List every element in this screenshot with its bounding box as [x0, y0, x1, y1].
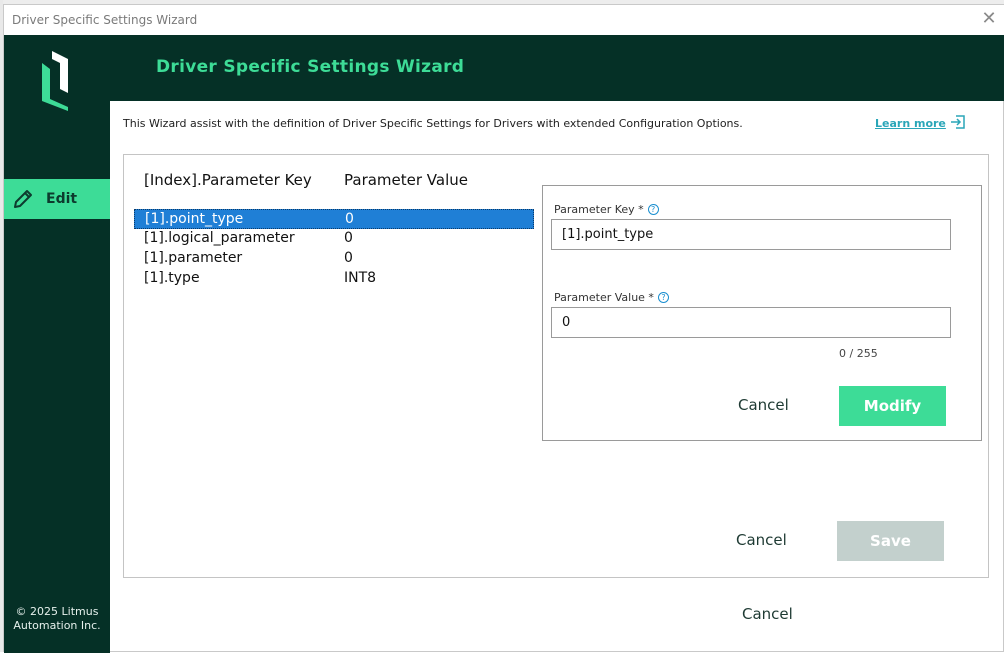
column-header-value: Parameter Value: [344, 171, 468, 189]
list-item[interactable]: [1].type INT8: [134, 269, 534, 289]
parameter-editor: Parameter Key *? Parameter Value *? 0 / …: [542, 185, 982, 441]
parameter-list: [1].point_type 0 [1].logical_parameter 0…: [134, 209, 534, 289]
parameter-value-field[interactable]: [551, 307, 951, 338]
header-banner: Driver Specific Settings Wizard: [110, 35, 1004, 101]
save-button[interactable]: Save: [837, 521, 944, 561]
copyright-line: © 2025 Litmus: [15, 605, 99, 618]
learn-more-link[interactable]: Learn more: [875, 117, 946, 130]
litmus-logo-icon: [42, 51, 68, 111]
external-link-icon[interactable]: [950, 114, 966, 130]
pencil-icon: [14, 190, 32, 208]
parameter-value-label: Parameter Value *?: [554, 291, 669, 304]
wizard-cancel-button[interactable]: Cancel: [742, 605, 793, 623]
modify-button[interactable]: Modify: [839, 386, 946, 426]
row-key: [1].point_type: [145, 211, 244, 227]
row-value: 0: [345, 211, 354, 227]
help-icon[interactable]: ?: [647, 204, 659, 215]
list-item[interactable]: [1].parameter 0: [134, 249, 534, 269]
row-value: 0: [344, 230, 353, 246]
row-value: INT8: [344, 270, 377, 286]
settings-panel: [Index].Parameter Key Parameter Value [1…: [123, 154, 989, 578]
list-item[interactable]: [1].point_type 0: [134, 209, 534, 229]
panel-cancel-button[interactable]: Cancel: [736, 531, 787, 549]
intro-text: This Wizard assist with the definition o…: [123, 117, 743, 130]
list-item[interactable]: [1].logical_parameter 0: [134, 229, 534, 249]
label-text: Parameter Value *: [554, 291, 654, 304]
row-key: [1].type: [144, 270, 200, 286]
sidebar-item-label: Edit: [46, 191, 78, 207]
wizard-window: Driver Specific Settings Wizard ✕ Edit ©…: [3, 4, 1004, 653]
parameter-key-field[interactable]: [551, 219, 951, 250]
sidebar-item-edit[interactable]: Edit: [4, 179, 110, 219]
sidebar: Edit © 2025 Litmus Automation Inc.: [4, 35, 110, 653]
editor-cancel-button[interactable]: Cancel: [738, 396, 789, 414]
label-text: Parameter Key *: [554, 203, 644, 216]
copyright-line: Automation Inc.: [13, 619, 101, 632]
parameter-key-label: Parameter Key *?: [554, 203, 659, 216]
column-header-key: [Index].Parameter Key: [144, 171, 312, 189]
close-icon[interactable]: ✕: [978, 8, 1000, 30]
copyright-text: © 2025 Litmus Automation Inc.: [4, 605, 110, 633]
character-counter: 0 / 255: [839, 347, 878, 360]
page-title: Driver Specific Settings Wizard: [156, 57, 465, 77]
window-title: Driver Specific Settings Wizard: [12, 13, 198, 27]
help-icon[interactable]: ?: [657, 292, 669, 303]
row-value: 0: [344, 250, 353, 266]
title-bar: Driver Specific Settings Wizard ✕: [4, 5, 1004, 35]
row-key: [1].logical_parameter: [144, 230, 295, 246]
row-key: [1].parameter: [144, 250, 243, 266]
